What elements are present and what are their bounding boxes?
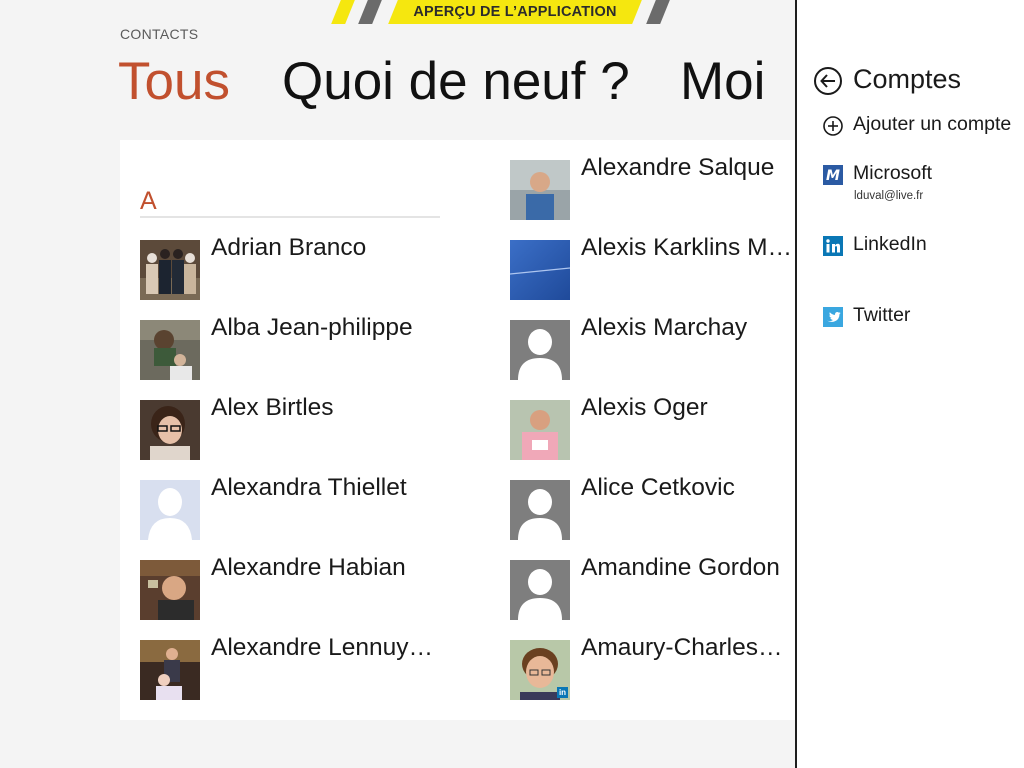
contact-item[interactable]: Alexandre Salque (510, 154, 810, 220)
banner-stripe (331, 0, 355, 24)
contact-avatar (140, 640, 200, 700)
letter-header[interactable]: A (140, 186, 440, 218)
letter-label: A (140, 187, 157, 215)
contact-name: Alexandre Lennuy… (211, 634, 434, 661)
contact-name: Adrian Branco (211, 234, 367, 261)
twitter-icon (823, 307, 843, 327)
contact-name: Alexandre Habian (211, 554, 406, 581)
tab-all[interactable]: Tous (118, 50, 230, 114)
contact-item[interactable]: Alexandre Lennuy… (140, 634, 440, 700)
contact-name: Alexandra Thiellet (211, 474, 407, 501)
tab-whats-new[interactable]: Quoi de neuf ? (282, 50, 630, 114)
contact-name: Alexis Oger (581, 394, 708, 421)
banner-stripe (646, 0, 670, 24)
svg-text:M: M (826, 168, 840, 184)
contact-item[interactable]: in Amaury-Charles… (510, 634, 810, 700)
contact-item[interactable]: Alexis Oger (510, 394, 810, 460)
back-button[interactable] (813, 66, 843, 96)
contact-name: Alex Birtles (211, 394, 334, 421)
banner-stripe (358, 0, 382, 24)
contact-item[interactable]: Amandine Gordon (510, 554, 810, 620)
pane-title: Comptes (853, 64, 962, 94)
linkedin-badge-icon: in (557, 687, 568, 698)
account-label: Microsoft (853, 162, 933, 184)
contact-item[interactable]: Alex Birtles (140, 394, 440, 460)
contact-avatar (140, 400, 200, 460)
contact-item[interactable]: Alice Cetkovic (510, 474, 810, 540)
accounts-pane: Comptes Ajouter un compte M Microsoft ld… (795, 0, 1024, 768)
contact-avatar (510, 480, 570, 540)
preview-banner-text: APERÇU DE L’APPLICATION (413, 4, 617, 20)
contact-name: Alba Jean-philippe (211, 314, 413, 341)
account-label: Twitter (853, 304, 911, 326)
contacts-panel: A Adrian Branco Alba Jean-philippe Alex … (120, 140, 797, 720)
contact-name: Amaury-Charles… (581, 634, 783, 661)
account-label: LinkedIn (853, 233, 927, 255)
linkedin-icon (823, 236, 843, 256)
contact-name: Alexis Marchay (581, 314, 748, 341)
contact-item[interactable]: Alexis Karklins Ma… (510, 234, 810, 300)
back-arrow-icon (814, 67, 842, 95)
account-email: lduval@live.fr (854, 190, 924, 202)
microsoft-icon: M (823, 165, 843, 185)
contact-avatar (510, 320, 570, 380)
contact-item[interactable]: Alexis Marchay (510, 314, 810, 380)
contact-name: Alexandre Salque (581, 154, 775, 181)
contact-avatar (140, 320, 200, 380)
contact-avatar (510, 240, 570, 300)
contact-name: Alice Cetkovic (581, 474, 735, 501)
contact-avatar (140, 560, 200, 620)
contact-avatar (140, 480, 200, 540)
add-account-label: Ajouter un compte (853, 113, 1012, 135)
contact-name: Amandine Gordon (581, 554, 780, 581)
contact-avatar (510, 400, 570, 460)
app-title: CONTACTS (120, 26, 199, 42)
contact-item[interactable]: Alexandre Habian (140, 554, 440, 620)
contact-item[interactable]: Alba Jean-philippe (140, 314, 440, 380)
contact-item[interactable]: Alexandra Thiellet (140, 474, 440, 540)
contact-avatar (510, 560, 570, 620)
tab-me[interactable]: Moi (680, 50, 765, 114)
contact-avatar (140, 240, 200, 300)
contact-avatar (510, 160, 570, 220)
contact-item[interactable]: Adrian Branco (140, 234, 440, 300)
add-circle-icon (823, 116, 843, 136)
contact-avatar: in (510, 640, 570, 700)
contact-name: Alexis Karklins Ma… (581, 234, 797, 261)
